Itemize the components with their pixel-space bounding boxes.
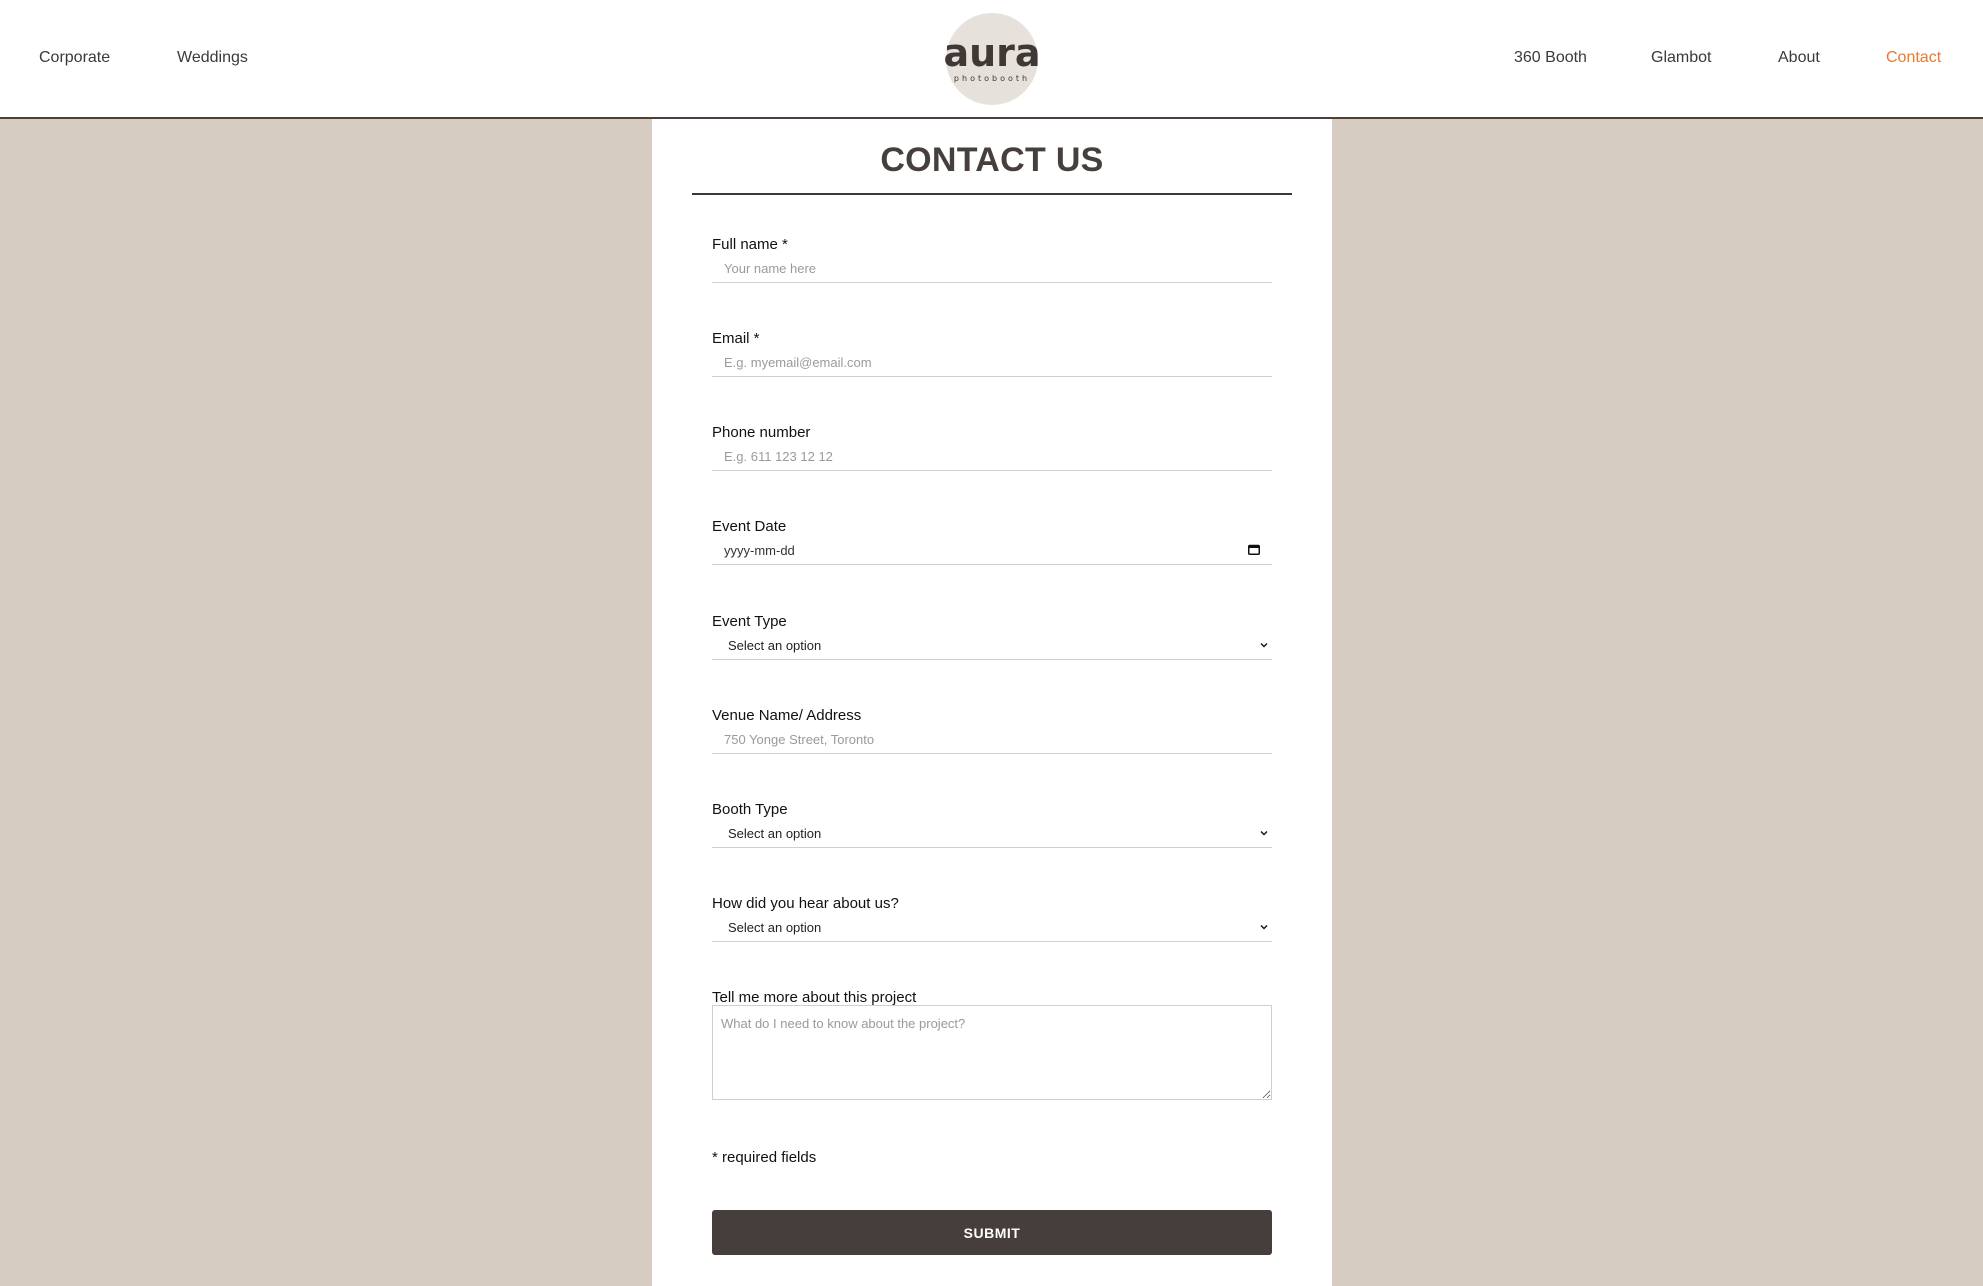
submit-button[interactable]: SUBMIT xyxy=(712,1210,1272,1255)
phone-label: Phone number xyxy=(712,424,811,441)
nav-360-booth[interactable]: 360 Booth xyxy=(1514,49,1587,67)
event-date-input[interactable]: yyyy-mm-dd xyxy=(712,537,1272,565)
calendar-icon[interactable] xyxy=(1248,544,1260,555)
heard-about-label: How did you hear about us? xyxy=(712,895,899,912)
logo-subtitle: photobooth xyxy=(954,74,1030,83)
site-header: Corporate Weddings aura photobooth 360 B… xyxy=(0,0,1983,119)
project-textarea[interactable] xyxy=(712,1005,1272,1100)
nav-corporate[interactable]: Corporate xyxy=(39,49,110,67)
logo-mark: aura photobooth xyxy=(943,13,1041,105)
email-input[interactable] xyxy=(712,349,1272,377)
booth-type-select[interactable]: Select an option xyxy=(712,820,1272,848)
aura-logo[interactable]: aura photobooth xyxy=(938,12,1046,106)
full-name-input[interactable] xyxy=(712,255,1272,283)
booth-type-value: Select an option xyxy=(728,826,822,841)
full-name-label: Full name * xyxy=(712,236,788,253)
nav-weddings[interactable]: Weddings xyxy=(177,49,248,67)
heard-about-value: Select an option xyxy=(728,920,822,935)
event-type-label: Event Type xyxy=(712,613,787,630)
venue-input[interactable] xyxy=(712,726,1272,754)
event-date-value: yyyy-mm-dd xyxy=(724,543,795,558)
nav-glambot[interactable]: Glambot xyxy=(1651,49,1711,67)
logo-word: aura xyxy=(943,31,1040,75)
venue-label: Venue Name/ Address xyxy=(712,707,862,724)
booth-type-label: Booth Type xyxy=(712,801,788,818)
contact-form-panel: CONTACT US Full name * Email * Phone num… xyxy=(652,119,1332,1286)
phone-input[interactable] xyxy=(712,443,1272,471)
nav-about[interactable]: About xyxy=(1778,49,1820,67)
project-label: Tell me more about this project xyxy=(712,989,917,1006)
email-label: Email * xyxy=(712,330,760,347)
heard-about-select[interactable]: Select an option xyxy=(712,914,1272,942)
required-fields-note: * required fields xyxy=(712,1149,817,1166)
chevron-down-icon xyxy=(1260,925,1268,930)
event-type-value: Select an option xyxy=(728,638,822,653)
title-divider xyxy=(692,193,1292,195)
nav-contact[interactable]: Contact xyxy=(1886,49,1941,67)
chevron-down-icon xyxy=(1260,643,1268,648)
chevron-down-icon xyxy=(1260,831,1268,836)
event-date-label: Event Date xyxy=(712,518,787,535)
event-type-select[interactable]: Select an option xyxy=(712,632,1272,660)
page-title: CONTACT US xyxy=(880,141,1104,179)
